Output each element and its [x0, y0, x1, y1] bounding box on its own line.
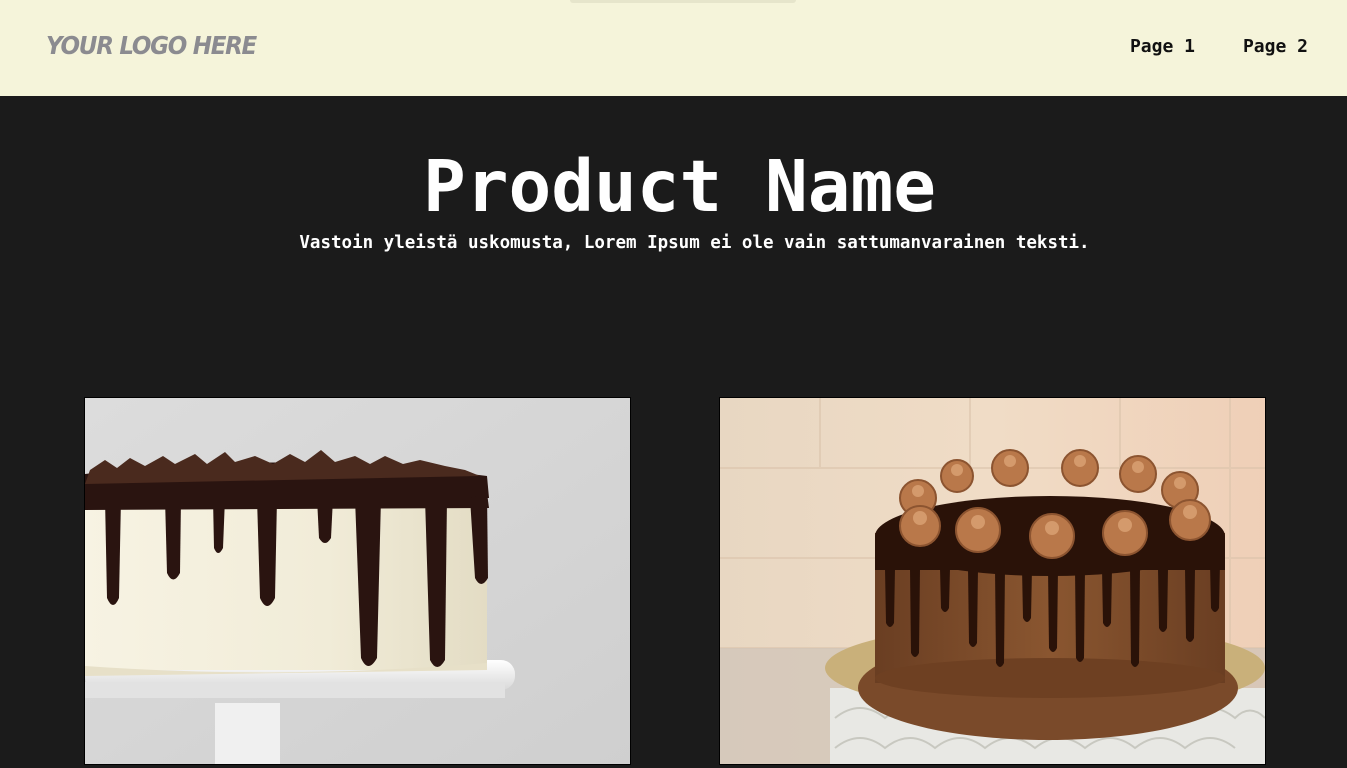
nav-link-page-1[interactable]: Page 1 [1130, 36, 1195, 57]
product-image-chocolate-cake [719, 397, 1266, 765]
nav-link-page-2[interactable]: Page 2 [1243, 36, 1308, 57]
product-image-white-drip-cake [84, 397, 631, 765]
product-title: Product Name [423, 145, 936, 228]
product-subtitle: Vastoin yleistä uskomusta, Lorem Ipsum e… [299, 233, 1090, 253]
logo[interactable]: YOUR LOGO HERE [46, 31, 257, 60]
main-nav: Page 1 Page 2 [1130, 36, 1308, 57]
header-tab-decoration [570, 0, 796, 3]
site-header: YOUR LOGO HERE Page 1 Page 2 [0, 0, 1347, 96]
